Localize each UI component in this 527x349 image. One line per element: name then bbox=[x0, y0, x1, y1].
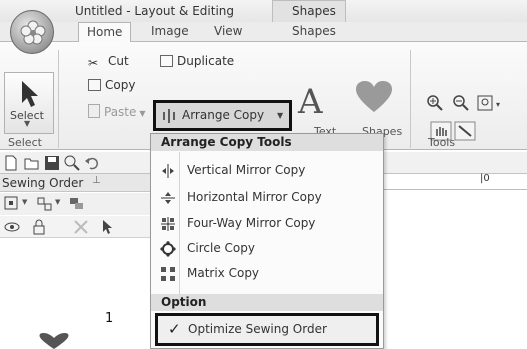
group-order-icon[interactable] bbox=[36, 195, 54, 213]
tab-view[interactable]: View bbox=[214, 24, 242, 38]
heart-shape-icon[interactable] bbox=[355, 80, 393, 114]
svg-text:▾: ▾ bbox=[496, 100, 500, 109]
tab-shapes[interactable]: Shapes bbox=[292, 24, 336, 38]
chevron-down-icon[interactable]: ▼ bbox=[22, 198, 27, 206]
select-group-label: Select bbox=[8, 136, 42, 149]
chevron-down-icon: ▼ bbox=[24, 119, 31, 128]
ruler-zero-label: |0 bbox=[480, 173, 490, 184]
scissors-icon: ✂ bbox=[88, 56, 99, 70]
sewing-order-list bbox=[0, 238, 160, 349]
cut-label: Cut bbox=[108, 54, 129, 68]
application-button[interactable] bbox=[10, 10, 54, 54]
horizontal-mirror-icon bbox=[161, 192, 175, 204]
zoom-out-icon[interactable] bbox=[452, 94, 470, 112]
eye-icon[interactable] bbox=[3, 218, 21, 236]
chevron-down-icon: ▼ bbox=[277, 111, 284, 120]
menu-item-label: Vertical Mirror Copy bbox=[187, 163, 306, 177]
lock-icon[interactable] bbox=[30, 218, 48, 236]
open-folder-icon[interactable] bbox=[24, 155, 40, 171]
save-icon[interactable] bbox=[44, 155, 60, 171]
tab-image[interactable]: Image bbox=[151, 24, 189, 38]
arrange-copy-icon bbox=[163, 109, 175, 123]
paste-button[interactable]: Paste ▼ bbox=[88, 104, 146, 122]
menu-item-four-way-mirror-copy[interactable]: Four-Way Mirror Copy bbox=[151, 213, 383, 235]
paste-icon bbox=[88, 104, 100, 118]
chevron-down-icon[interactable]: ▼ bbox=[55, 198, 60, 206]
measure-icon[interactable] bbox=[454, 121, 476, 141]
copy-icon bbox=[88, 79, 101, 91]
new-file-icon[interactable] bbox=[3, 155, 19, 171]
menu-item-matrix-copy[interactable]: Matrix Copy bbox=[151, 263, 383, 285]
menu-item-label: Horizontal Mirror Copy bbox=[187, 190, 322, 204]
sewing-order-title: Sewing Order bbox=[2, 176, 84, 190]
four-way-mirror-icon bbox=[161, 217, 175, 231]
zoom-icon[interactable] bbox=[64, 155, 80, 171]
zoom-in-icon[interactable] bbox=[426, 94, 444, 112]
menu-item-circle-copy[interactable]: Circle Copy bbox=[151, 238, 383, 260]
optimize-sewing-order-label: Optimize Sewing Order bbox=[188, 322, 327, 336]
menu-item-label: Four-Way Mirror Copy bbox=[187, 216, 316, 230]
arrow-cursor-icon bbox=[22, 81, 38, 107]
checkmark-icon: ✓ bbox=[168, 320, 181, 338]
menu-item-vertical-mirror-copy[interactable]: Vertical Mirror Copy bbox=[151, 160, 383, 182]
optimize-sewing-order-option[interactable]: ✓ Optimize Sewing Order bbox=[155, 313, 379, 346]
arrange-copy-button[interactable]: Arrange Copy ▼ bbox=[153, 100, 292, 131]
vertical-mirror-icon bbox=[162, 164, 174, 178]
select-button[interactable]: Select ▼ bbox=[4, 72, 54, 134]
matrix-copy-icon bbox=[161, 267, 175, 281]
cursor-icon[interactable] bbox=[98, 218, 116, 236]
paste-label: Paste bbox=[104, 105, 137, 119]
chevron-down-icon: ▼ bbox=[139, 109, 146, 118]
delete-icon[interactable] bbox=[72, 218, 90, 236]
group-divider bbox=[58, 50, 59, 148]
duplicate-button[interactable]: Duplicate bbox=[160, 54, 234, 72]
undo-icon[interactable] bbox=[84, 155, 100, 171]
copy-button[interactable]: Copy bbox=[88, 78, 135, 96]
fit-view-icon[interactable] bbox=[3, 195, 21, 213]
pin-icon[interactable]: ⊥ bbox=[92, 175, 101, 186]
text-tool-icon[interactable]: A bbox=[298, 82, 323, 122]
sewing-order-index: 1 bbox=[105, 311, 114, 326]
option-header: Option bbox=[151, 294, 383, 311]
arrange-copy-label: Arrange Copy bbox=[182, 108, 265, 122]
flower-logo-icon bbox=[20, 20, 46, 45]
reorder-icon[interactable] bbox=[68, 195, 86, 213]
heart-thumbnail-icon[interactable] bbox=[34, 333, 74, 349]
copy-label: Copy bbox=[105, 78, 136, 92]
window-title: Untitled - Layout & Editing bbox=[75, 4, 234, 18]
menu-item-label: Circle Copy bbox=[187, 241, 255, 255]
menu-item-horizontal-mirror-copy[interactable]: Horizontal Mirror Copy bbox=[151, 187, 383, 209]
tools-group-label: Tools bbox=[428, 136, 456, 149]
context-tab-title: Shapes bbox=[292, 4, 336, 18]
cut-button[interactable]: ✂ Cut bbox=[88, 54, 129, 72]
group-divider bbox=[410, 50, 411, 148]
duplicate-label: Duplicate bbox=[177, 54, 235, 68]
circle-copy-icon bbox=[160, 241, 176, 257]
zoom-fit-icon[interactable]: ▾ bbox=[477, 94, 503, 112]
arrange-copy-tools-header: Arrange Copy Tools bbox=[151, 134, 383, 151]
menu-item-label: Matrix Copy bbox=[187, 266, 260, 280]
duplicate-icon bbox=[160, 55, 173, 67]
tab-home[interactable]: Home bbox=[78, 22, 132, 43]
